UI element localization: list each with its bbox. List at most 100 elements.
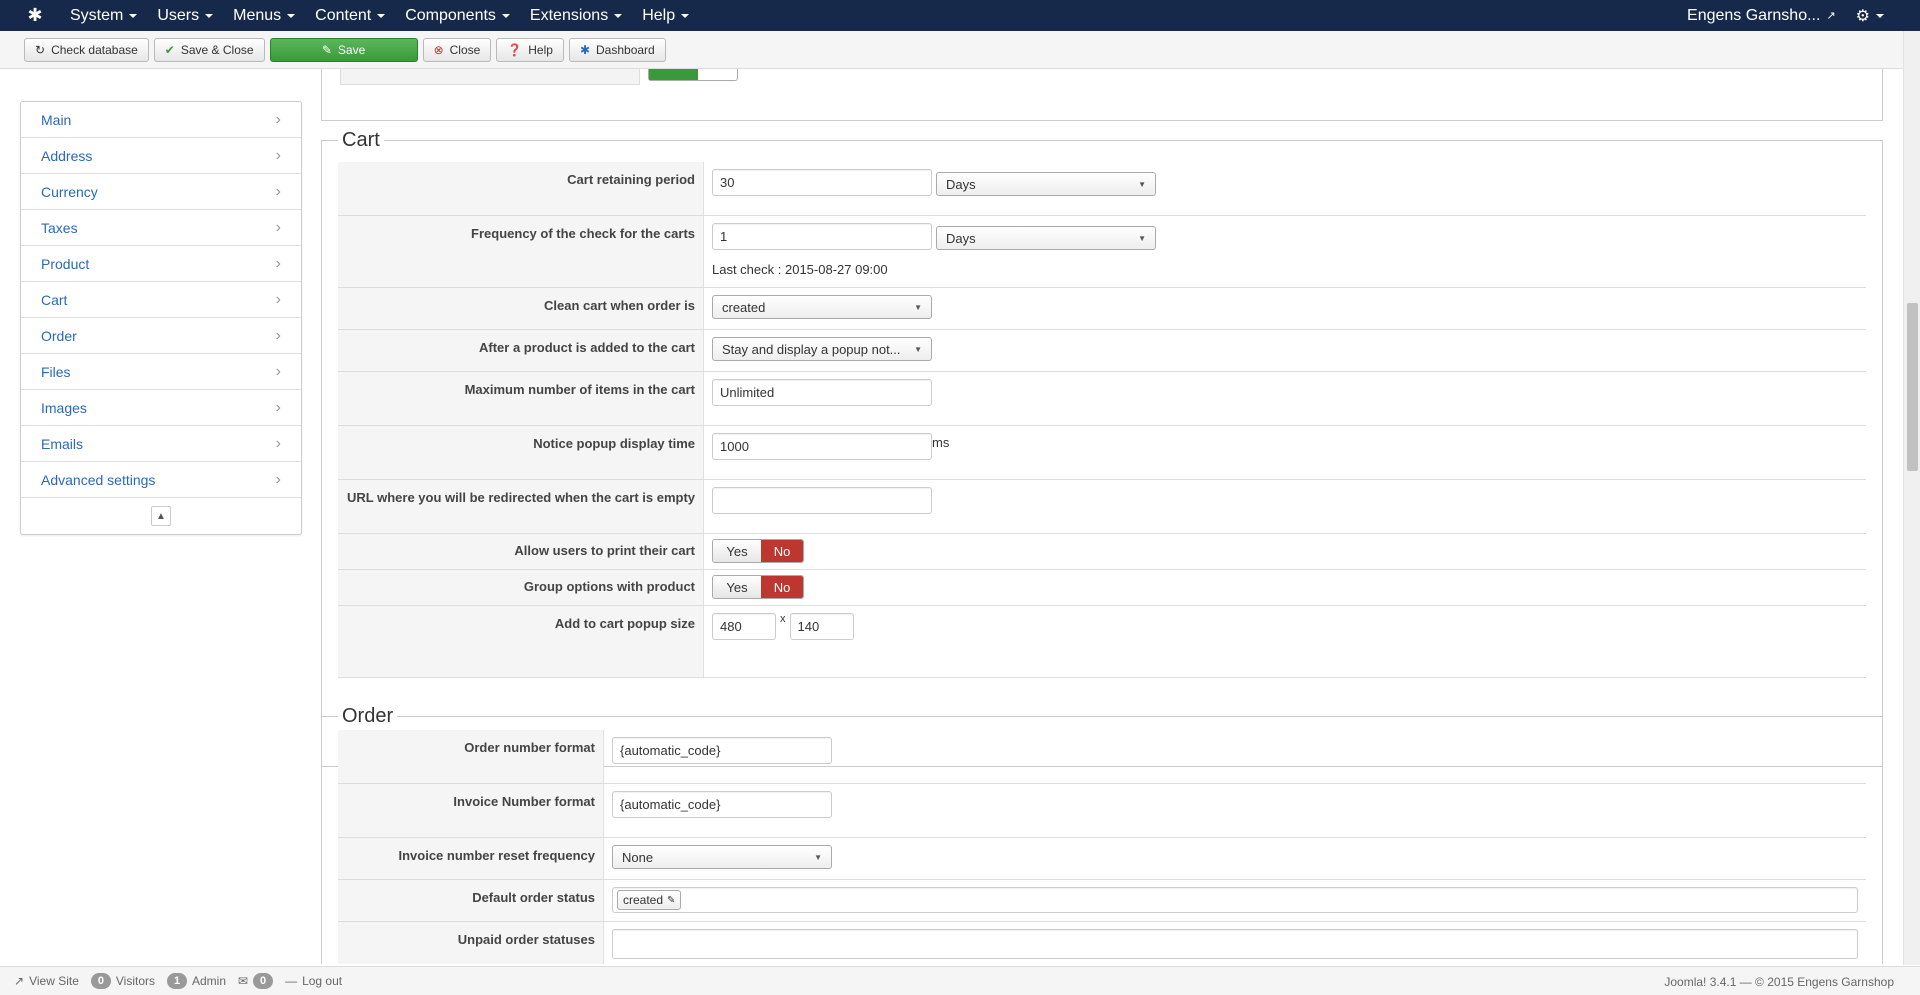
menu-menus[interactable]: Menus xyxy=(223,7,305,25)
popup-time-input[interactable]: 1000 xyxy=(712,433,932,460)
sidebar-item-product[interactable]: Product › xyxy=(21,246,301,282)
status-tag[interactable]: created ✎ xyxy=(617,890,682,910)
max-items-input[interactable]: Unlimited xyxy=(712,379,932,406)
row-print-cart: Allow users to print their cart Yes No xyxy=(338,534,1866,570)
group-options-yes-button[interactable]: Yes xyxy=(713,576,761,598)
group-options-label: Group options with product xyxy=(338,570,704,605)
default-order-status-field[interactable]: created ✎ xyxy=(612,887,1858,913)
sidebar-item-emails[interactable]: Emails › xyxy=(21,426,301,462)
order-legend: Order xyxy=(342,705,394,727)
help-button[interactable]: ❓ Help xyxy=(496,37,564,62)
after-add-label: After a product is added to the cart xyxy=(338,330,704,371)
chevron-right-icon: › xyxy=(275,146,281,164)
settings-menu[interactable]: ⚙ xyxy=(1856,6,1884,26)
save-close-button[interactable]: ✔ Save & Close xyxy=(153,37,265,62)
scroll-top-icon[interactable]: ▲ xyxy=(151,506,171,526)
check-frequency-unit-select[interactable]: Days ▼ xyxy=(936,226,1156,250)
previous-toggle-stub[interactable] xyxy=(648,69,738,81)
max-items-label: Maximum number of items in the cart xyxy=(338,372,704,425)
sidebar-item-address[interactable]: Address › xyxy=(21,138,301,174)
menu-extensions[interactable]: Extensions xyxy=(520,7,632,25)
menu-components[interactable]: Components xyxy=(395,7,520,25)
menu-system[interactable]: System xyxy=(60,7,147,25)
row-check-frequency: Frequency of the check for the carts 1 D… xyxy=(338,216,1866,288)
caret-down-icon xyxy=(377,13,386,18)
invoice-reset-select[interactable]: None ▼ xyxy=(612,845,832,869)
sidebar-item-taxes[interactable]: Taxes › xyxy=(21,210,301,246)
check-frequency-input[interactable]: 1 xyxy=(712,223,932,250)
popup-width-input[interactable]: 480 xyxy=(712,613,776,640)
clean-cart-label: Clean cart when order is xyxy=(338,288,704,329)
chevron-right-icon: › xyxy=(275,434,281,452)
print-cart-yes-button[interactable]: Yes xyxy=(713,540,761,562)
close-button[interactable]: ⊗ Close xyxy=(422,37,492,62)
dropdown-arrow-icon: ▼ xyxy=(1138,179,1146,189)
caret-down-icon xyxy=(614,13,623,18)
save-button[interactable]: ✎ Save xyxy=(269,37,418,62)
site-name-link[interactable]: Engens Garnsho... ↗ xyxy=(1687,7,1836,25)
chevron-right-icon: › xyxy=(275,362,281,380)
unpaid-statuses-field[interactable] xyxy=(612,929,1858,959)
invoice-reset-label: Invoice number reset frequency xyxy=(338,838,604,879)
print-cart-no-button[interactable]: No xyxy=(761,540,803,562)
sidebar-item-advanced-settings[interactable]: Advanced settings › xyxy=(21,462,301,498)
empty-url-input[interactable] xyxy=(712,487,932,514)
config-sidebar: Main › Address › Currency › Taxes › Product ›… xyxy=(20,101,302,535)
messages-indicator[interactable]: ✉ 0 xyxy=(238,973,274,989)
dashboard-button[interactable]: ✱ Dashboard xyxy=(568,37,666,62)
scrollbar-thumb[interactable] xyxy=(1907,303,1918,471)
row-max-items: Maximum number of items in the cart Unli… xyxy=(338,372,1866,426)
external-link-icon: ↗ xyxy=(14,974,25,988)
group-options-no-button[interactable]: No xyxy=(761,576,803,598)
page-scrollbar[interactable] xyxy=(1903,31,1920,965)
logout-link[interactable]: — Log out xyxy=(285,974,342,988)
sidebar-item-main[interactable]: Main › xyxy=(21,102,301,138)
chevron-right-icon: › xyxy=(275,218,281,236)
sidebar-item-files[interactable]: Files › xyxy=(21,354,301,390)
clean-cart-select[interactable]: created ▼ xyxy=(712,295,932,319)
chevron-right-icon: › xyxy=(275,290,281,308)
check-database-button[interactable]: ↻ Check database xyxy=(24,37,149,62)
row-invoice-number-format: Invoice Number format {automatic_code} xyxy=(338,784,1866,838)
sidebar-item-images[interactable]: Images › xyxy=(21,390,301,426)
menu-help[interactable]: Help xyxy=(632,7,699,25)
caret-down-icon xyxy=(1876,13,1884,18)
popup-time-unit: ms xyxy=(932,435,950,450)
dropdown-arrow-icon: ▼ xyxy=(1138,233,1146,243)
invoice-number-format-label: Invoice Number format xyxy=(338,784,604,837)
invoice-number-format-input[interactable]: {automatic_code} xyxy=(612,791,832,818)
popup-height-input[interactable]: 140 xyxy=(789,613,854,640)
cart-rows: Cart retaining period 30 Days ▼ Frequency… xyxy=(338,162,1866,678)
admin-indicator: 1 Admin xyxy=(167,973,226,989)
order-number-format-input[interactable]: {automatic_code} xyxy=(612,737,832,764)
dropdown-arrow-icon: ▼ xyxy=(814,852,822,862)
print-cart-toggle: Yes No xyxy=(712,539,804,563)
row-after-add: After a product is added to the cart Sta… xyxy=(338,330,1866,372)
chevron-right-icon: › xyxy=(275,110,281,128)
row-order-number-format: Order number format {automatic_code} xyxy=(338,730,1866,784)
row-popup-time: Notice popup display time 1000 ms xyxy=(338,426,1866,480)
chevron-right-icon: › xyxy=(275,182,281,200)
sidebar-item-cart[interactable]: Cart › xyxy=(21,282,301,318)
row-invoice-reset: Invoice number reset frequency None ▼ xyxy=(338,838,1866,880)
menu-users[interactable]: Users xyxy=(147,7,223,25)
cart-retaining-unit-select[interactable]: Days ▼ xyxy=(936,172,1156,196)
cart-retaining-input[interactable]: 30 xyxy=(712,169,932,196)
previous-section-stub xyxy=(321,69,1883,121)
popup-size-separator: x xyxy=(780,613,786,625)
external-link-icon: ↗ xyxy=(1826,10,1836,22)
cart-fieldset: Cart Cart retaining period 30 Days ▼ Freq… xyxy=(321,129,1883,767)
group-options-toggle: Yes No xyxy=(712,575,804,599)
chevron-right-icon: › xyxy=(275,470,281,488)
row-cart-retaining: Cart retaining period 30 Days ▼ xyxy=(338,162,1866,216)
joomla-logo-icon[interactable]: ✱ xyxy=(20,0,50,31)
row-group-options: Group options with product Yes No xyxy=(338,570,1866,606)
dashboard-icon: ✱ xyxy=(579,42,591,57)
view-site-link[interactable]: ↗ View Site xyxy=(14,974,79,988)
pencil-icon: ✎ xyxy=(667,894,676,906)
after-add-select[interactable]: Stay and display a popup not... ▼ xyxy=(712,337,932,361)
menu-content[interactable]: Content xyxy=(305,7,395,25)
status-bar: ↗ View Site 0 Visitors 1 Admin ✉ 0 — Log out … xyxy=(0,966,1920,995)
sidebar-item-currency[interactable]: Currency › xyxy=(21,174,301,210)
sidebar-item-order[interactable]: Order › xyxy=(21,318,301,354)
